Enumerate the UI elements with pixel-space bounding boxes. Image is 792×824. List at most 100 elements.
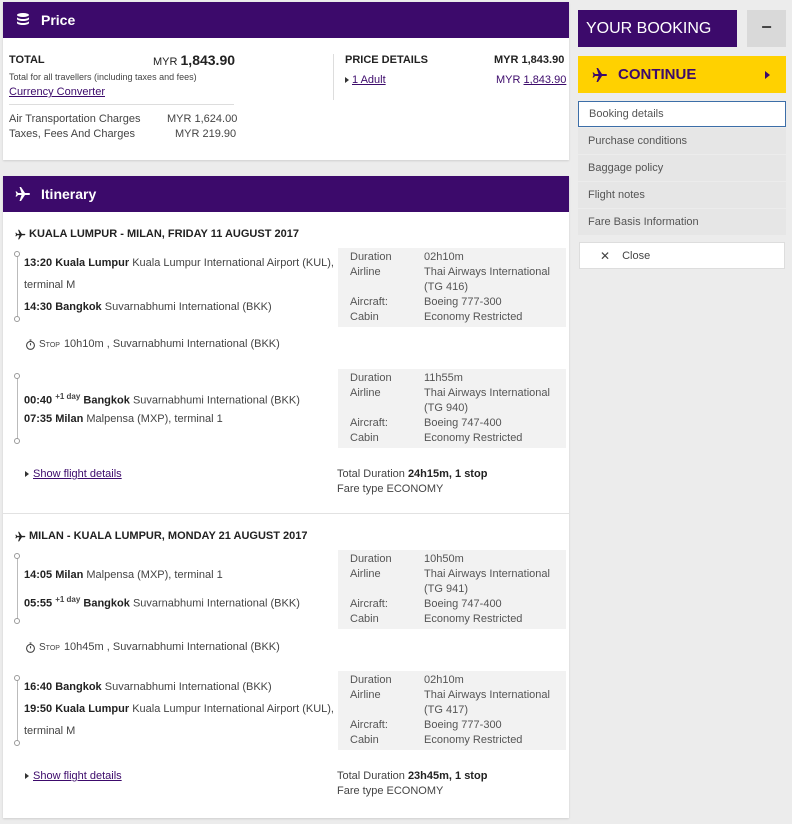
- duration-value: 10h50m: [424, 553, 464, 565]
- departure-extra: terminal M: [24, 279, 76, 291]
- price-details-total: MYR 1,843.90: [494, 54, 565, 66]
- dep-city: Bangkok: [55, 681, 102, 693]
- adult-label[interactable]: 1 Adult: [352, 74, 386, 86]
- dep-time: 00:40: [24, 394, 53, 407]
- total-duration: Total Duration 24h15m, 1 stop Fare type …: [337, 467, 487, 497]
- arr-airport: Suvarnabhumi International (BKK): [104, 301, 272, 313]
- currency-converter-link[interactable]: Currency Converter: [9, 86, 105, 98]
- show-details-text[interactable]: Show flight details: [33, 468, 122, 480]
- cabin-label: Cabin: [350, 734, 379, 746]
- adult-currency: MYR: [496, 74, 521, 86]
- stopover: Stop 10h45m , Suvarnabhumi International…: [25, 641, 280, 653]
- duration-value: 11h55m: [424, 372, 463, 384]
- duration-label: Duration: [350, 251, 392, 263]
- aircraft-value: Boeing 747-400: [424, 598, 502, 610]
- departure-line: 13:20 Kuala Lumpur Kuala Lumpur Internat…: [24, 252, 334, 274]
- arr-time: 05:55: [24, 597, 53, 610]
- duration-label: Duration: [350, 674, 392, 686]
- plane-icon: [592, 67, 607, 82]
- itinerary-title: Itinerary: [41, 186, 97, 202]
- aircraft-value: Boeing 777-300: [424, 719, 502, 731]
- duration-label: Duration: [350, 553, 392, 565]
- duration-value: 02h10m: [424, 251, 464, 263]
- timeline: [17, 556, 18, 620]
- airline-value: Thai Airways International (TG 940): [424, 387, 550, 414]
- divider: [9, 104, 234, 105]
- total-value: 1,843.90: [180, 52, 236, 68]
- sidebar-item-fare-basis[interactable]: Fare Basis Information: [578, 209, 786, 235]
- close-button[interactable]: ✕ Close: [579, 242, 785, 269]
- sidebar-item-booking-details[interactable]: Booking details: [578, 101, 786, 127]
- day-offset: +1 day: [55, 392, 81, 401]
- arr-time: 14:30: [24, 301, 53, 313]
- day-offset: +1 day: [55, 595, 81, 604]
- stopwatch-icon: [26, 338, 35, 350]
- plane-departure-icon: [15, 229, 26, 239]
- price-title: Price: [41, 12, 76, 28]
- aircraft-label: Aircraft:: [350, 296, 388, 308]
- your-booking-text: YOUR BOOKING: [586, 20, 712, 37]
- flight-details-box: Duration 11h55m Airline Thai Airways Inter…: [338, 369, 566, 448]
- duration-value: 02h10m: [424, 674, 464, 686]
- timeline-dot: [14, 373, 20, 379]
- timeline-dot: [14, 553, 20, 559]
- stopover: Stop 10h10m , Suvarnabhumi International…: [25, 338, 280, 350]
- arr-airport: Suvarnabhumi International (BKK): [132, 597, 300, 610]
- dep-city: Milan: [55, 569, 84, 581]
- continue-button[interactable]: CONTINUE: [578, 56, 786, 93]
- dep-city: Kuala Lumpur: [55, 257, 130, 269]
- tax-label: Taxes, Fees And Charges: [9, 128, 135, 140]
- timeline: [17, 254, 18, 318]
- price-header: Price: [3, 2, 569, 38]
- cabin-value: Economy Restricted: [424, 432, 523, 444]
- itinerary-panel: Itinerary KUALA LUMPUR - MILAN, FRIDAY 1…: [3, 176, 569, 818]
- cabin-label: Cabin: [350, 432, 379, 444]
- air-charges-label: Air Transportation Charges: [9, 113, 141, 125]
- close-icon: ✕: [600, 248, 611, 263]
- timeline-dot: [14, 251, 20, 257]
- bound-return: MILAN - KUALA LUMPUR, MONDAY 21 AUGUST 2…: [3, 514, 569, 818]
- aircraft-label: Aircraft:: [350, 719, 388, 731]
- aircraft-value: Boeing 747-400: [424, 417, 502, 429]
- bound-title-text: MILAN - KUALA LUMPUR, MONDAY 21 AUGUST 2…: [29, 530, 308, 542]
- dep-time: 16:40: [24, 681, 53, 693]
- timeline-dot: [14, 675, 20, 681]
- timeline-dot: [14, 618, 20, 624]
- arr-airport: Malpensa (MXP), terminal 1: [86, 413, 223, 425]
- show-details-text[interactable]: Show flight details: [33, 770, 122, 782]
- tax-value: MYR 219.90: [175, 128, 237, 140]
- cabin-value: Economy Restricted: [424, 311, 523, 323]
- flight-details-box: Duration 02h10m Airline Thai Airways Inter…: [338, 248, 566, 327]
- duration-label: Duration: [350, 372, 392, 384]
- sidebar-item-purchase-conditions[interactable]: Purchase conditions: [578, 128, 786, 154]
- dep-airport: Kuala Lumpur International Airport (KUL)…: [132, 257, 334, 269]
- sidebar-item-baggage-policy[interactable]: Baggage policy: [578, 155, 786, 181]
- show-flight-details-link[interactable]: Show flight details: [25, 468, 122, 480]
- dep-time: 14:05: [24, 569, 53, 581]
- sidebar-item-flight-notes[interactable]: Flight notes: [578, 182, 786, 208]
- fare-type: Fare type ECONOMY: [337, 785, 444, 797]
- arrival-line: 14:30 Bangkok Suvarnabhumi International…: [24, 296, 272, 318]
- bound-title: KUALA LUMPUR - MILAN, FRIDAY 11 AUGUST 2…: [15, 228, 299, 240]
- arrival-line: 05:55 +1 day Bangkok Suvarnabhumi Intern…: [24, 589, 300, 615]
- dep-airport: Suvarnabhumi International (BKK): [132, 394, 300, 407]
- adult-value: 1,843.90: [523, 74, 567, 86]
- caret-right-icon: [25, 471, 29, 477]
- timeline-dot: [14, 438, 20, 444]
- arr-city: Kuala Lumpur: [55, 703, 130, 715]
- collapse-button[interactable]: −: [747, 10, 786, 47]
- adult-toggle[interactable]: 1 Adult: [345, 74, 386, 86]
- arr-city: Milan: [55, 413, 84, 425]
- total-label: TOTAL: [9, 54, 45, 66]
- vertical-divider: [333, 54, 334, 100]
- flight-details-box: Duration 10h50m Airline Thai Airways Inter…: [338, 550, 566, 629]
- arr-city: Bangkok: [55, 301, 102, 313]
- airline-label: Airline: [350, 568, 381, 580]
- show-flight-details-link[interactable]: Show flight details: [25, 770, 122, 782]
- cabin-label: Cabin: [350, 613, 379, 625]
- your-booking-title: YOUR BOOKING: [578, 10, 737, 47]
- stop-text: 10h45m , Suvarnabhumi International (BKK…: [63, 641, 280, 653]
- total-duration-label: Total Duration: [337, 468, 405, 480]
- stop-label: Stop: [39, 338, 60, 350]
- price-details-label: PRICE DETAILS: [345, 54, 428, 66]
